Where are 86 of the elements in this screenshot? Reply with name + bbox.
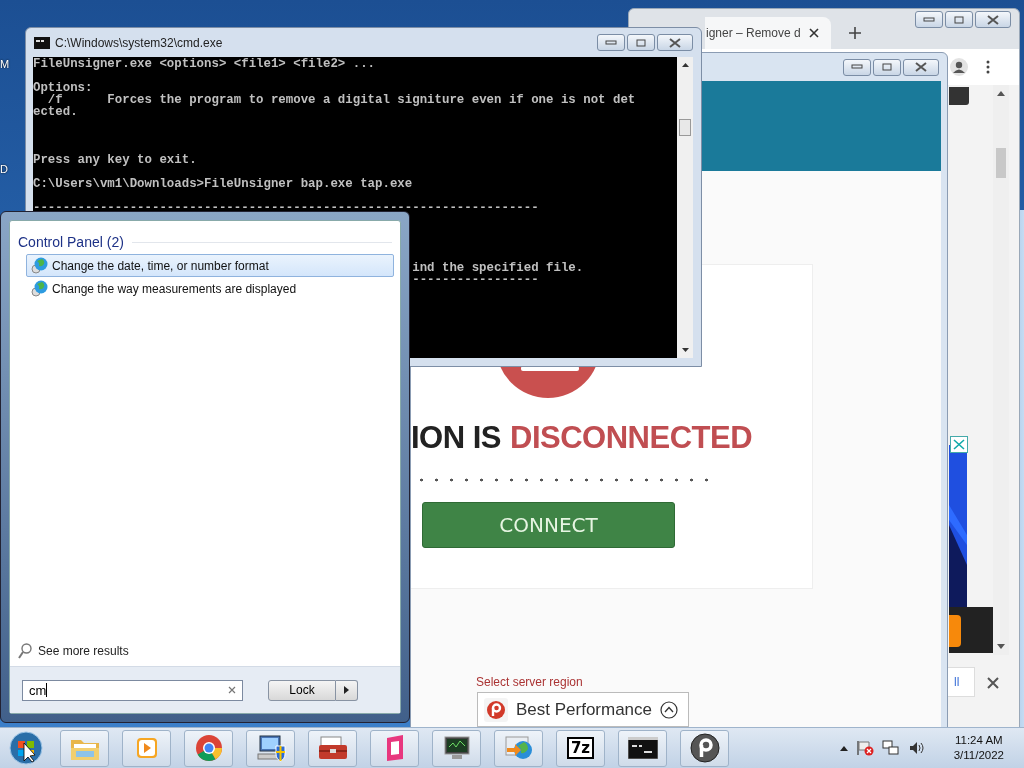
scroll-down-icon[interactable] <box>681 348 689 352</box>
close-button[interactable] <box>903 58 939 76</box>
close-icon <box>669 37 681 48</box>
close-icon[interactable] <box>809 28 819 38</box>
console-line: ected. <box>33 105 78 119</box>
shutdown-options-button[interactable] <box>336 679 358 701</box>
minimize-icon <box>851 64 863 70</box>
maximize-button[interactable] <box>627 34 655 51</box>
globe-arrow-icon <box>503 734 534 762</box>
search-result[interactable]: Change the way measurements are displayed <box>26 277 394 300</box>
console-line: C:\Users\vm1\Downloads>FileUnsigner bap.exe tap.exe <box>33 177 413 191</box>
ad-button[interactable]: ll <box>947 667 975 697</box>
logo-icon <box>484 697 508 722</box>
maximize-button[interactable] <box>873 58 901 76</box>
monitor-icon <box>441 735 472 761</box>
region-label: Select server region <box>476 675 583 690</box>
taskbar-button[interactable]: 7z <box>556 729 605 767</box>
console-line: Options: <box>33 81 93 95</box>
flag-icon[interactable] <box>855 740 874 756</box>
profile-icon[interactable] <box>950 58 968 76</box>
status-heading: ION IS <box>411 420 501 456</box>
minimize-icon <box>605 39 617 46</box>
group-heading: Control Panel (2) <box>18 234 124 250</box>
scrollbar[interactable] <box>993 85 1009 655</box>
console-icon <box>34 36 50 49</box>
search-result[interactable]: Change the date, time, or number format <box>26 254 394 277</box>
scroll-down-icon[interactable] <box>997 644 1005 649</box>
clock[interactable]: 11:24 AM 3/11/2022 <box>953 733 1004 763</box>
new-tab-icon[interactable] <box>849 27 861 39</box>
console-line: -------------------------------------------------------------------- <box>33 201 539 215</box>
archive-app-icon: 7z <box>566 737 595 759</box>
globe-icon <box>31 280 48 297</box>
start-button[interactable] <box>9 731 43 765</box>
browser-tab[interactable]: igner – Remove d <box>705 17 831 49</box>
taskbar-button[interactable] <box>618 729 667 767</box>
maximize-icon <box>636 38 646 47</box>
window-title: C:\Windows\system32\cmd.exe <box>55 35 223 50</box>
close-icon <box>987 14 999 25</box>
browser-icon <box>194 734 223 762</box>
clear-icon[interactable] <box>228 686 236 694</box>
toolbox-icon <box>317 735 348 761</box>
desktop-icon-label: M <box>0 58 10 70</box>
taskbar-button[interactable] <box>432 729 481 767</box>
desktop-icon-label: D <box>0 163 8 175</box>
search-field[interactable]: cm <box>22 679 243 701</box>
scrollbar-thumb[interactable] <box>996 148 1006 178</box>
scrollbar[interactable] <box>677 57 693 358</box>
logo-icon <box>689 733 720 763</box>
close-icon <box>915 62 927 72</box>
speaker-icon[interactable] <box>907 740 926 756</box>
lock-button[interactable]: Lock <box>268 679 336 701</box>
console-line: Press any key to exit. <box>33 153 197 167</box>
region-dropdown[interactable]: Best Performance <box>477 692 689 727</box>
taskbar-button[interactable] <box>246 729 295 767</box>
computer-shield-icon <box>255 734 286 762</box>
maximize-icon <box>882 63 892 71</box>
console-icon <box>627 737 658 759</box>
taskbar-button[interactable] <box>680 729 729 767</box>
search-icon <box>18 643 32 659</box>
console-line: /f Forces the program to remove a digital signiture even if one is not det <box>47 93 636 107</box>
taskbar-button[interactable] <box>308 729 357 767</box>
console-line: ----------------- <box>412 273 539 287</box>
scroll-up-icon[interactable] <box>997 91 1005 96</box>
menu-icon[interactable] <box>986 60 990 74</box>
close-button[interactable] <box>657 34 693 51</box>
close-button[interactable] <box>975 11 1011 28</box>
see-more-results-link[interactable]: See more results <box>10 643 129 666</box>
page-banner <box>949 87 969 105</box>
minimize-icon <box>923 16 935 23</box>
maximize-icon <box>954 15 964 24</box>
show-hidden-icons-icon[interactable] <box>839 745 848 751</box>
scroll-up-icon[interactable] <box>681 63 689 67</box>
status-word: DISCONNECTED <box>510 420 753 456</box>
maximize-button[interactable] <box>945 11 973 28</box>
minimize-button[interactable] <box>597 34 625 51</box>
arrow-right-icon <box>344 686 349 694</box>
close-icon[interactable] <box>987 677 999 689</box>
network-icon[interactable] <box>881 740 900 756</box>
connect-button[interactable]: CONNECT <box>422 502 675 548</box>
minimize-button[interactable] <box>915 11 943 28</box>
console-line: ind the specified file. <box>412 261 584 275</box>
chevron-up-icon <box>660 700 678 719</box>
minimize-button[interactable] <box>843 58 871 76</box>
scrollbar-thumb[interactable] <box>679 119 691 136</box>
globe-icon <box>31 257 48 274</box>
console-line: FileUnsigner.exe <options> <file1> <file2> ... <box>33 57 376 71</box>
